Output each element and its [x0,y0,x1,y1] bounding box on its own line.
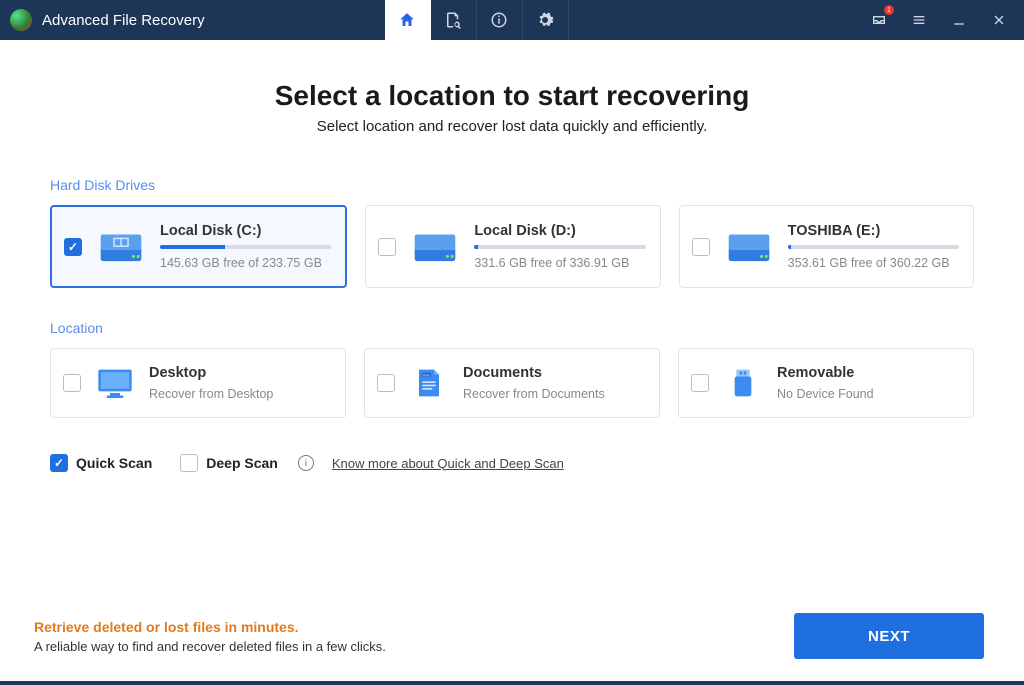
drive-name: Local Disk (D:) [474,223,645,239]
document-icon: DOC [407,365,451,401]
file-search-icon [444,11,462,29]
nav-info[interactable] [477,0,523,40]
drive-name: Local Disk (C:) [160,223,331,239]
quick-scan-label: Quick Scan [76,455,152,471]
main-content: Select a location to start recovering Se… [0,40,1024,613]
location-detail: Recover from Desktop [149,387,331,401]
notification-badge: 1 [884,5,894,15]
scan-options: Quick Scan Deep Scan i Know more about Q… [50,454,974,472]
drive-card-c[interactable]: Local Disk (C:) 145.63 GB free of 233.75… [50,205,347,288]
section-label-location: Location [50,320,974,336]
minimize-button[interactable] [946,7,972,33]
location-row: Desktop Recover from Desktop DOC Documen… [50,348,974,418]
drive-card-d[interactable]: Local Disk (D:) 331.6 GB free of 336.91 … [365,205,660,288]
nav-search[interactable] [431,0,477,40]
hamburger-icon [911,12,927,28]
nav-settings[interactable] [523,0,569,40]
hdd-icon [408,227,462,267]
quick-scan-checkbox[interactable] [50,454,68,472]
usb-icon [721,365,765,401]
drive-detail: 331.6 GB free of 336.91 GB [474,256,645,270]
drive-checkbox-d[interactable] [378,238,396,256]
location-checkbox-desktop[interactable] [63,374,81,392]
desktop-icon [93,365,137,401]
location-name: Removable [777,365,959,381]
nav-home[interactable] [385,0,431,40]
learn-more-link[interactable]: Know more about Quick and Deep Scan [332,456,564,471]
deep-scan-checkbox[interactable] [180,454,198,472]
info-circle-icon: i [298,455,314,471]
footer-text: Retrieve deleted or lost files in minute… [34,619,386,654]
location-detail: Recover from Documents [463,387,645,401]
gear-icon [536,11,554,29]
close-button[interactable] [986,7,1012,33]
drive-detail: 145.63 GB free of 233.75 GB [160,256,331,270]
next-button[interactable]: NEXT [794,613,984,659]
svg-text:DOC: DOC [423,373,429,377]
close-icon [991,12,1007,28]
deep-scan-label: Deep Scan [206,455,278,471]
app-logo-icon [10,9,32,31]
page-title: Select a location to start recovering [50,80,974,112]
app-title: Advanced File Recovery [42,12,205,29]
location-name: Documents [463,365,645,381]
footer-sub: A reliable way to find and recover delet… [34,639,386,654]
usage-bar [788,245,959,249]
home-icon [398,11,416,29]
location-detail: No Device Found [777,387,959,401]
footer: Retrieve deleted or lost files in minute… [0,613,1024,681]
section-label-drives: Hard Disk Drives [50,177,974,193]
drive-checkbox-c[interactable] [64,238,82,256]
location-checkbox-removable[interactable] [691,374,709,392]
location-name: Desktop [149,365,331,381]
location-card-documents[interactable]: DOC Documents Recover from Documents [364,348,660,418]
location-card-removable[interactable]: Removable No Device Found [678,348,974,418]
location-card-desktop[interactable]: Desktop Recover from Desktop [50,348,346,418]
drive-checkbox-e[interactable] [692,238,710,256]
hdd-icon [722,227,776,267]
notifications-button[interactable]: 1 [866,7,892,33]
drive-name: TOSHIBA (E:) [788,223,959,239]
bottom-accent [0,681,1024,685]
drive-detail: 353.61 GB free of 360.22 GB [788,256,959,270]
menu-button[interactable] [906,7,932,33]
usage-bar [160,245,331,249]
title-bar: Advanced File Recovery 1 [0,0,1024,40]
usage-bar [474,245,645,249]
quick-scan-option[interactable]: Quick Scan [50,454,152,472]
drives-row: Local Disk (C:) 145.63 GB free of 233.75… [50,205,974,288]
location-checkbox-documents[interactable] [377,374,395,392]
footer-headline: Retrieve deleted or lost files in minute… [34,619,386,635]
drive-card-e[interactable]: TOSHIBA (E:) 353.61 GB free of 360.22 GB [679,205,974,288]
inbox-icon [871,12,887,28]
page-subtitle: Select location and recover lost data qu… [50,118,974,135]
minimize-icon [951,12,967,28]
deep-scan-option[interactable]: Deep Scan [180,454,278,472]
nav-tabs [385,0,569,40]
window-controls: 1 [866,7,1012,33]
info-icon [490,11,508,29]
hdd-icon [94,227,148,267]
